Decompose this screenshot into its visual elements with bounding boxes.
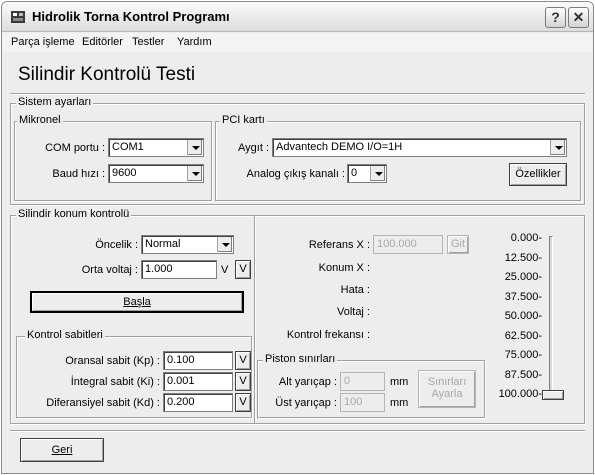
chevron-down-icon [187, 140, 202, 155]
lower-radius-label: Alt yarıçap : [278, 376, 337, 388]
priority-label: Öncelik : [95, 239, 138, 251]
chevron-down-icon [187, 166, 202, 181]
scale-label: 87.500- [504, 369, 542, 381]
set-limits-line2: Ayarla [431, 388, 463, 400]
set-limits-button[interactable]: Sınırları Ayarla [418, 370, 476, 408]
close-icon: ✕ [572, 9, 585, 25]
back-button[interactable]: Geri [20, 438, 104, 462]
scale-label: 37.500- [504, 291, 542, 303]
kd-input[interactable]: 0.200 [163, 393, 233, 412]
chevron-down-icon [217, 237, 232, 252]
menu-yardim[interactable]: Yardım [177, 36, 212, 48]
kd-label: Diferansiyel sabit (Kd) : [46, 397, 160, 409]
position-control-label: Silindir konum kontrolü [16, 208, 132, 221]
lower-radius-unit: mm [390, 376, 409, 388]
device-select[interactable]: Advantech DEMO I/O=1H [272, 138, 567, 157]
menu-editorler[interactable]: Editörler [82, 36, 123, 48]
position-slider-track [549, 236, 553, 398]
chevron-down-icon [370, 166, 385, 181]
mid-voltage-unit: V [221, 264, 229, 276]
upper-radius-unit: mm [390, 397, 409, 409]
ki-input[interactable]: 0.001 [163, 372, 233, 391]
baud-rate-select[interactable]: 9600 [108, 164, 204, 183]
scale-label: 50.000- [504, 310, 542, 322]
bottom-divider [10, 430, 585, 432]
mid-voltage-input[interactable]: 1.000 [141, 260, 217, 279]
set-limits-line1: Sınırları [427, 376, 467, 388]
scale-label: 0.000- [510, 232, 542, 244]
mid-voltage-label: Orta voltaj : [81, 264, 138, 276]
piston-limits-label: Piston sınırları [263, 353, 338, 366]
system-settings-label: Sistem ayarları [16, 96, 94, 109]
position-x-label: Konum X : [318, 262, 370, 274]
menu-parca-isleme[interactable]: Parça işleme [11, 36, 75, 48]
mikronel-group [14, 121, 212, 201]
analog-channel-label: Analog çıkış kanalı : [246, 168, 345, 180]
baud-rate-value: 9600 [112, 167, 137, 179]
title-bar: Hidrolik Torna Kontrol Programı ? ✕ [2, 2, 593, 32]
analog-channel-value: 0 [351, 167, 358, 179]
back-button-label: Geri [51, 444, 73, 456]
scale-label: 62.500- [504, 330, 542, 342]
title-divider [10, 93, 585, 95]
menu-testler[interactable]: Testler [132, 36, 164, 48]
upper-radius-label: Üst yarıçap : [275, 397, 337, 409]
vertical-divider [254, 216, 256, 423]
kp-label: Oransal sabit (Kp) : [65, 355, 160, 367]
voltage-label: Voltaj : [336, 306, 370, 318]
page-title: Silindir Kontrolü Testi [18, 64, 196, 85]
close-button[interactable]: ✕ [568, 7, 589, 28]
go-button[interactable]: Git [447, 235, 469, 254]
kp-v-button[interactable]: V [235, 351, 251, 370]
reference-x-label: Referans X : [308, 239, 370, 251]
lower-radius-input[interactable]: 0 [340, 372, 385, 391]
control-frequency-label: Kontrol frekansı : [286, 329, 370, 341]
upper-radius-input[interactable]: 100 [340, 393, 385, 412]
com-port-label: COM portu : [45, 142, 105, 154]
mikronel-label: Mikronel [17, 114, 63, 127]
com-port-value: COM1 [112, 141, 144, 153]
control-constants-label: Kontrol sabitleri [25, 329, 105, 342]
analog-channel-select[interactable]: 0 [347, 164, 387, 183]
help-button[interactable]: ? [545, 7, 566, 28]
priority-select[interactable]: Normal [141, 235, 234, 254]
position-slider-thumb[interactable] [542, 390, 564, 400]
pci-card-label: PCI kartı [220, 114, 267, 127]
ki-label: İntegral sabit (Ki) : [70, 376, 160, 388]
device-value: Advantech DEMO I/O=1H [276, 141, 403, 153]
kd-v-button[interactable]: V [235, 393, 251, 412]
main-window: Hidrolik Torna Kontrol Programı ? ✕ Parç… [1, 1, 594, 474]
priority-value: Normal [145, 238, 181, 250]
window-title: Hidrolik Torna Kontrol Programı [32, 9, 230, 24]
ki-v-button[interactable]: V [235, 372, 251, 391]
device-label: Aygıt : [238, 142, 269, 154]
reference-x-input[interactable]: 100.000 [373, 235, 443, 254]
start-button[interactable]: Başla [30, 291, 244, 313]
scale-label: 25.000- [504, 271, 542, 283]
chevron-down-icon [550, 140, 565, 155]
scale-label: 12.500- [504, 252, 542, 264]
com-port-select[interactable]: COM1 [108, 138, 204, 157]
app-icon [11, 11, 25, 23]
help-icon: ? [551, 9, 560, 25]
scale-label: 75.000- [504, 349, 542, 361]
kp-input[interactable]: 0.100 [163, 351, 233, 370]
scale-label: 100.000- [498, 388, 542, 400]
baud-rate-label: Baud hızı : [52, 168, 105, 180]
menu-bar: Parça işleme Editörler Testler Yardım [2, 33, 593, 52]
pci-card-group [215, 121, 581, 201]
mid-voltage-v-button[interactable]: V [235, 260, 251, 279]
error-label: Hata : [340, 284, 370, 296]
start-button-label: Başla [123, 296, 151, 308]
properties-button[interactable]: Özellikler [509, 163, 567, 186]
